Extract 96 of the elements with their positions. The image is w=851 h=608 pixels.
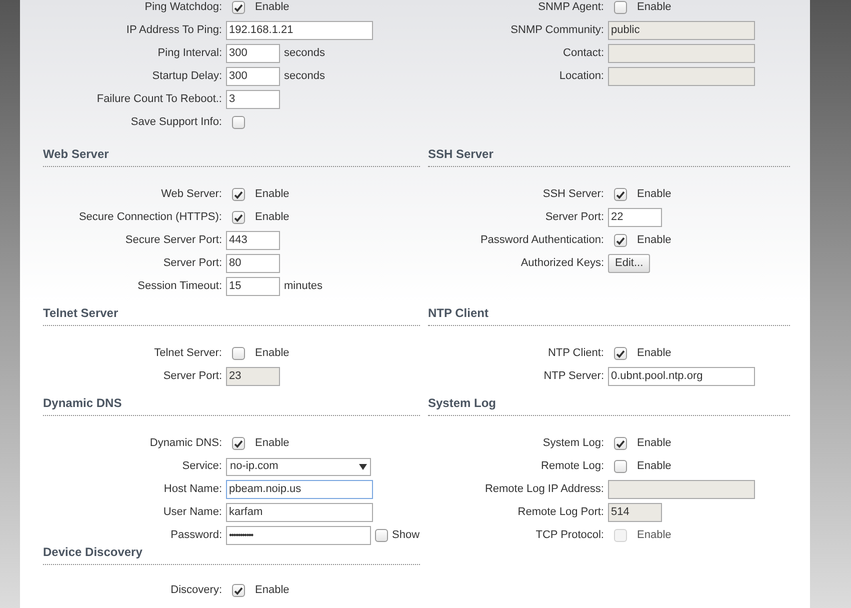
option-label: Enable <box>637 233 672 248</box>
option-label: Enable <box>637 0 672 16</box>
input-field[interactable]: 22 <box>608 208 662 227</box>
check-icon <box>616 190 625 198</box>
caret-icon <box>359 464 367 470</box>
input-field[interactable]: karfam <box>226 503 373 522</box>
field-label: Secure Connection (HTTPS): <box>78 210 222 226</box>
field-label: Server Port: <box>544 210 604 226</box>
field-label: Remote Log Port: <box>516 505 604 520</box>
checkbox[interactable] <box>614 188 627 201</box>
field-label: Ping Interval: <box>156 46 222 62</box>
check-icon <box>234 190 243 198</box>
option-label: Enable <box>255 436 290 452</box>
option-label: Enable <box>637 528 672 544</box>
field-label: Failure Count To Reboot.: <box>96 92 222 108</box>
input-field[interactable]: 443 <box>226 231 280 250</box>
input-field[interactable]: 192.168.1.21 <box>226 21 373 40</box>
field-label: Discovery: <box>170 583 222 598</box>
option-label: Enable <box>637 436 672 452</box>
input-field[interactable]: 300 <box>226 44 280 63</box>
input-field[interactable]: 300 <box>226 67 280 86</box>
section-heading: Web Server <box>43 146 109 163</box>
option-label: Enable <box>637 459 672 474</box>
option-label: Enable <box>255 187 290 202</box>
field-label: Ping Watchdog: <box>144 0 222 16</box>
field-label: NTP Server: <box>542 369 604 384</box>
checkbox[interactable] <box>232 584 245 597</box>
field-label: Remote Log IP Address: <box>484 482 604 498</box>
unit-label: seconds <box>284 69 325 84</box>
field-label: IP Address To Ping: <box>125 23 222 38</box>
field-label: Dynamic DNS: <box>148 436 222 452</box>
section-heading: SSH Server <box>428 146 494 163</box>
input-field[interactable]: 15 <box>226 277 280 296</box>
field-label: Password Authentication: <box>479 233 604 248</box>
field-label: User Name: <box>162 505 222 520</box>
field-label: Authorized Keys: <box>520 256 604 272</box>
field-label: NTP Client: <box>546 346 604 362</box>
check-icon <box>616 350 625 358</box>
checkbox[interactable] <box>614 437 627 450</box>
field-label: Server Port: <box>162 369 222 384</box>
field-label: Contact: <box>562 46 604 62</box>
field-label: Save Support Info: <box>130 115 222 130</box>
field-label: System Log: <box>542 436 604 452</box>
input-field[interactable]: 0.ubnt.pool.ntp.org <box>608 367 755 386</box>
field-label: Web Server: <box>160 187 222 202</box>
option-label: Enable <box>255 346 290 362</box>
checkbox[interactable] <box>614 234 627 247</box>
option-label: Show <box>392 528 420 544</box>
checkbox[interactable] <box>614 1 627 14</box>
input-field[interactable]: 80 <box>226 254 280 273</box>
option-label: Enable <box>255 210 290 226</box>
unit-label: seconds <box>284 46 325 62</box>
check-icon <box>234 440 243 448</box>
section-heading: Dynamic DNS <box>43 395 122 412</box>
section-heading: Telnet Server <box>43 305 118 322</box>
checkbox[interactable] <box>614 347 627 360</box>
checkbox[interactable] <box>232 437 245 450</box>
input-field[interactable]: pbeam.noip.us <box>226 480 373 499</box>
field-label: TCP Protocol: <box>534 528 604 544</box>
field-label: SNMP Community: <box>510 23 604 38</box>
field-label: Host Name: <box>162 482 222 498</box>
section-heading: System Log <box>428 395 496 412</box>
check-icon <box>234 586 243 594</box>
checkbox[interactable] <box>375 529 388 542</box>
checkbox[interactable] <box>232 347 245 360</box>
field-label: SSH Server: <box>542 187 604 202</box>
checkbox[interactable] <box>232 116 245 129</box>
check-icon <box>616 236 625 244</box>
checkbox[interactable] <box>614 460 627 473</box>
checkbox[interactable] <box>232 188 245 201</box>
check-icon <box>234 4 243 12</box>
field-label: Secure Server Port: <box>124 233 222 248</box>
section-heading: Device Discovery <box>43 544 142 561</box>
check-icon <box>616 440 625 448</box>
option-label: Enable <box>637 187 672 202</box>
field-label: Startup Delay: <box>151 69 222 84</box>
field-label: Server Port: <box>162 256 222 272</box>
option-label: Enable <box>255 0 290 16</box>
input-field[interactable]: 3 <box>226 90 280 109</box>
checkbox[interactable] <box>232 211 245 224</box>
option-label: Enable <box>637 346 672 362</box>
field-label: SNMP Agent: <box>537 0 604 16</box>
field-label: Service: <box>181 459 222 474</box>
service-dropdown[interactable]: no-ip.com <box>226 458 371 476</box>
field-label: Session Timeout: <box>136 279 222 294</box>
edit-button[interactable]: Edit... <box>608 254 650 273</box>
field-label: Password: <box>170 528 222 544</box>
field-label: Telnet Server: <box>153 346 222 362</box>
field-label: Location: <box>558 69 604 84</box>
unit-label: minutes <box>284 279 323 294</box>
checkbox[interactable] <box>232 1 245 14</box>
check-icon <box>234 214 243 222</box>
field-label: Remote Log: <box>540 459 604 474</box>
password-field[interactable]: ••••••••••• <box>226 526 371 545</box>
section-heading: NTP Client <box>428 305 488 322</box>
option-label: Enable <box>255 583 290 598</box>
